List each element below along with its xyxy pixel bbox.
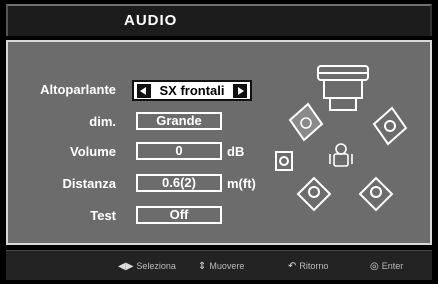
listener-icon xyxy=(329,143,353,167)
center-speaker-icon[interactable] xyxy=(317,65,369,111)
enter-icon: ◎ xyxy=(370,261,379,272)
return-icon: ↶ xyxy=(288,261,297,272)
subwoofer-icon[interactable] xyxy=(275,151,293,171)
help-bar: ◀▶ Seleziona ⇕ Muovere ↶ Ritorno ◎ Enter xyxy=(6,250,432,280)
left-right-arrows-icon: ◀▶ xyxy=(118,261,134,272)
audio-setup-screen: AUDIO Altoparlante SX frontali dim. Gran… xyxy=(0,0,438,284)
help-move: ⇕ Muovere xyxy=(198,261,245,272)
menu-title: AUDIO xyxy=(124,12,178,29)
up-down-arrows-icon: ⇕ xyxy=(198,261,207,272)
front-left-speaker-icon[interactable] xyxy=(288,102,324,142)
audio-settings-panel: Altoparlante SX frontali dim. Grande Vol… xyxy=(6,40,432,245)
surround-right-speaker-icon[interactable] xyxy=(358,176,394,212)
speaker-layout-diagram xyxy=(275,65,408,212)
help-return: ↶ Ritorno xyxy=(288,261,329,272)
help-select: ◀▶ Seleziona xyxy=(118,261,176,272)
help-enter: ◎ Enter xyxy=(370,261,404,272)
front-right-speaker-icon[interactable] xyxy=(372,106,408,146)
title-bar: AUDIO xyxy=(6,4,432,36)
surround-left-speaker-icon[interactable] xyxy=(296,176,332,212)
